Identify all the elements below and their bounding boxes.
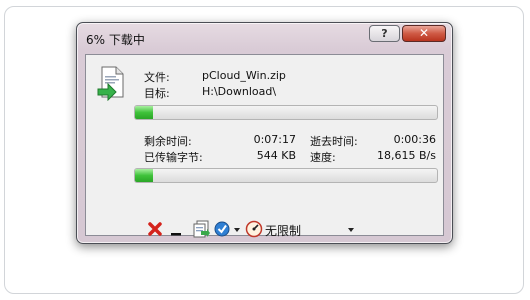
file-name-label: 文件:	[144, 71, 170, 84]
dialog-client-area: 文件: pCloud_Win.zip 目标: H:\Download\ 剩余时间…	[85, 54, 444, 239]
chevron-down-icon[interactable]	[346, 220, 356, 238]
remaining-time-label: 剩余时间:	[144, 135, 192, 148]
file-download-icon	[97, 66, 124, 101]
overall-progress-fill	[135, 169, 154, 182]
file-name-value: pCloud_Win.zip	[202, 69, 286, 82]
target-value: H:\Download\	[202, 85, 277, 98]
target-label: 目标:	[144, 87, 170, 100]
help-button[interactable]: ?	[369, 25, 400, 42]
close-button[interactable]: ✕	[402, 25, 446, 42]
minimize-icon[interactable]	[170, 220, 182, 238]
window-title: 6% 下载中	[86, 33, 145, 47]
remaining-time-value: 0:07:17	[253, 133, 296, 146]
transferred-value: 544 KB	[256, 149, 296, 162]
elapsed-time-label: 逝去时间:	[310, 135, 358, 148]
transferred-label: 已传输字节:	[144, 151, 203, 164]
elapsed-time-value: 0:00:36	[393, 133, 436, 146]
speed-label: 速度:	[310, 151, 336, 164]
copy-icon[interactable]	[192, 220, 210, 238]
speed-limit-dropdown[interactable]: 无限制	[265, 222, 301, 239]
speedometer-icon[interactable]	[245, 220, 263, 238]
file-progress-fill	[135, 106, 154, 119]
overall-progress-bar	[134, 168, 438, 183]
check-clock-icon[interactable]	[214, 220, 242, 238]
speed-value: 18,615 B/s	[377, 149, 436, 162]
file-progress-bar	[134, 105, 438, 120]
red-x-icon[interactable]	[147, 220, 163, 238]
download-dialog: 6% 下载中 ? ✕ 文件: pCloud_Win.zip 目标: H:\Dow…	[76, 22, 453, 244]
